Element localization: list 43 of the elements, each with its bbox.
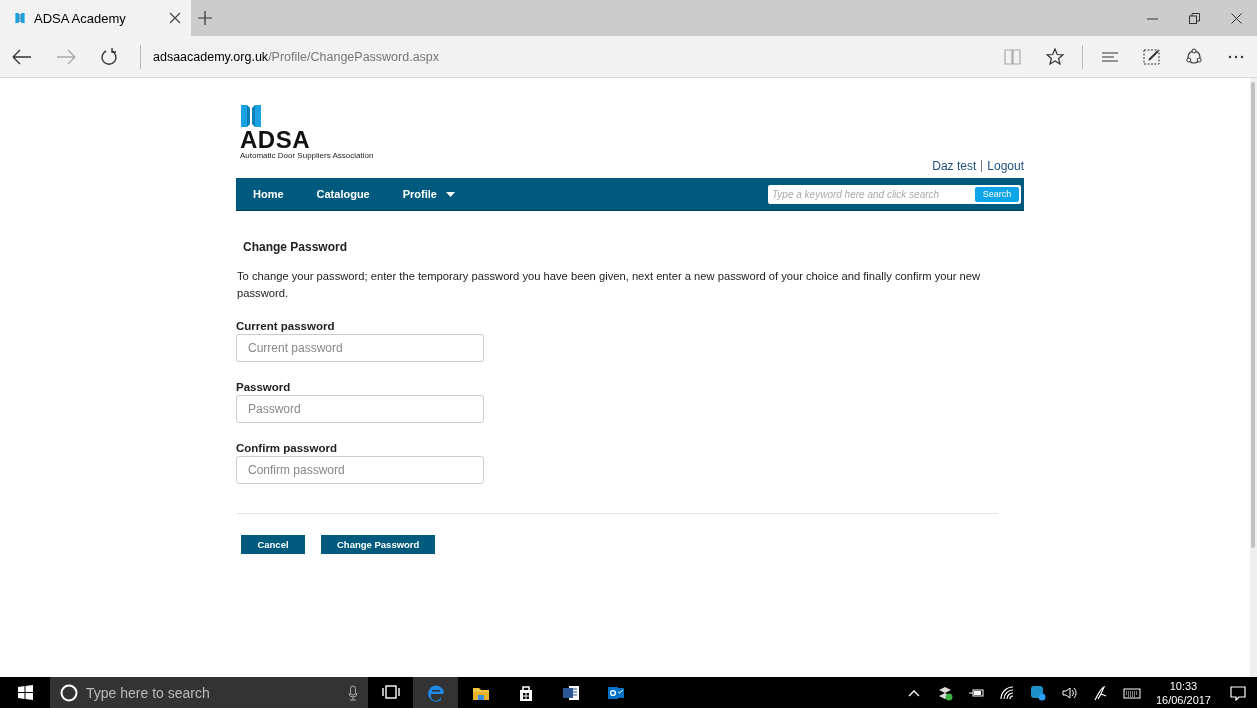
user-link[interactable]: Logout	[987, 159, 1024, 173]
submit-button[interactable]: Change Password	[321, 535, 436, 554]
notification-icon[interactable]	[1230, 684, 1246, 701]
instructions-text: To change your password; enter the temporary password you have been given, next enter a new password of your choice and finally confirm your new password.	[237, 269, 982, 301]
star-icon[interactable]	[1046, 47, 1064, 66]
back-arrow-icon[interactable]	[12, 47, 32, 66]
share-icon[interactable]	[1185, 47, 1203, 66]
caret-icon	[446, 191, 455, 197]
microphone-icon[interactable]	[348, 684, 358, 701]
field-label: Password	[236, 381, 292, 393]
password-field[interactable]: Current password	[236, 334, 484, 362]
scrollbar-thumb[interactable]	[1251, 82, 1255, 548]
tab-favicon-icon	[14, 12, 26, 24]
restore-icon[interactable]	[1188, 12, 1200, 24]
password-field[interactable]: Confirm password	[236, 456, 484, 484]
close-tab-icon[interactable]	[169, 12, 181, 24]
task-view-icon[interactable]	[381, 683, 400, 702]
browser-tab[interactable]: ADSA Academy	[0, 0, 191, 36]
logo-icon	[240, 103, 262, 129]
nav-item[interactable]: Catalogue	[316, 188, 370, 200]
nav-item[interactable]: Profile	[402, 188, 455, 200]
close-icon[interactable]	[1230, 12, 1242, 24]
speaker-icon[interactable]	[1061, 684, 1080, 701]
new-tab-icon[interactable]	[198, 11, 212, 25]
field-label: Current password	[236, 320, 336, 332]
field-label: Confirm password	[236, 442, 338, 454]
cancel-button[interactable]: Cancel	[241, 535, 305, 554]
user-link[interactable]: Daz test	[932, 159, 977, 173]
logo-tagline: Automatic Door Suppliers Association	[240, 151, 374, 161]
link-divider	[981, 160, 983, 172]
windows-start-icon[interactable]	[17, 685, 33, 700]
refresh-icon[interactable]	[100, 47, 120, 66]
page-heading: Change Password	[243, 240, 349, 254]
password-field[interactable]: Password	[236, 395, 484, 423]
cortana-circle-icon	[60, 683, 78, 702]
nav-item[interactable]: Home	[253, 188, 284, 200]
logo-text: ADSA	[240, 129, 310, 151]
document-app-icon[interactable]	[561, 683, 580, 702]
browser-e-icon[interactable]	[426, 683, 445, 702]
taskbar-search-input[interactable]: Type here to search	[86, 684, 340, 701]
pen-note-icon[interactable]	[1143, 47, 1161, 66]
taskbar-clock[interactable]: 10:33 16/06/2017	[1147, 677, 1219, 708]
taskbar-search-field[interactable]: Type here to search	[50, 677, 368, 708]
